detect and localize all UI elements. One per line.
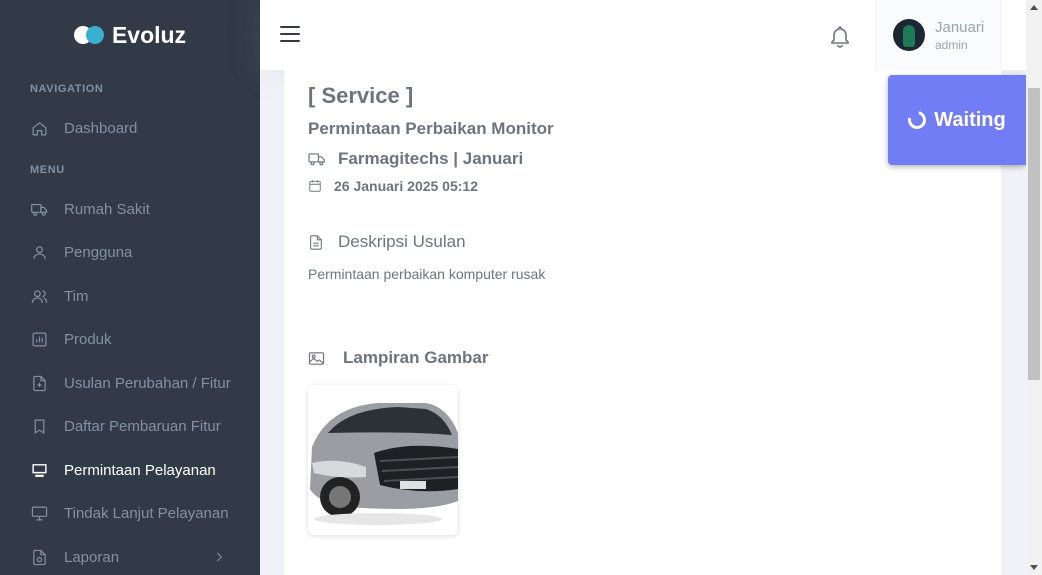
sidebar-item-usulan-perubahan[interactable]: Usulan Perubahan / Fitur	[0, 362, 260, 406]
sidebar-item-laporan[interactable]: Laporan	[0, 536, 260, 575]
users-icon	[30, 287, 48, 305]
image-icon	[308, 351, 325, 365]
spinner-icon	[904, 107, 930, 133]
sidebar-item-dashboard[interactable]: Dashboard	[0, 107, 260, 151]
file-plus-icon	[30, 374, 48, 392]
nav-section-title: NAVIGATION	[30, 83, 104, 95]
home-icon	[30, 120, 48, 138]
description-text: Permintaan perbaikan komputer rusak	[308, 266, 546, 282]
attachment-thumbnail[interactable]	[308, 385, 458, 535]
file-chart-icon	[30, 548, 48, 566]
sidebar-item-label: Laporan	[64, 548, 120, 566]
scroll-up-arrow[interactable]	[1030, 5, 1038, 10]
calendar-icon	[309, 180, 321, 192]
user-menu[interactable]: Januari admin	[876, 0, 1001, 70]
sidebar-item-label: Usulan Perubahan / Fitur	[64, 374, 231, 392]
user-icon	[30, 244, 48, 262]
menu-section-title: MENU	[30, 163, 65, 176]
sidebar-item-label: Pengguna	[64, 244, 133, 262]
user-name: Januari	[935, 19, 985, 36]
scroll-thumb[interactable]	[1028, 88, 1040, 380]
sidebar-item-label: Tindak Lanjut Pelayanan	[64, 505, 229, 523]
date-row: 26 Januari 2025 05:12	[308, 178, 478, 194]
hamburger-icon[interactable]	[280, 26, 300, 44]
topbar: Januari admin	[260, 0, 1026, 70]
sidebar-item-permintaan-pelayanan[interactable]: Permintaan Pelayanan	[0, 449, 260, 493]
sidebar-item-tindak-lanjut[interactable]: Tindak Lanjut Pelayanan	[0, 492, 260, 536]
sidebar-item-rumah-sakit[interactable]: Rumah Sakit	[0, 188, 260, 232]
attachment-heading-row: Lampiran Gambar	[308, 348, 489, 368]
company-row: Farmagitechs | Januari	[308, 149, 523, 169]
file-text-icon	[310, 234, 322, 250]
attachment-heading: Lampiran Gambar	[343, 348, 489, 367]
sidebar: Evoluz NAVIGATION Dashboard MENU Rumah S…	[0, 0, 260, 575]
bar-chart-icon	[30, 331, 48, 349]
sidebar-item-label: Daftar Pembaruan Fitur	[64, 418, 221, 436]
sidebar-item-label: Dashboard	[64, 120, 138, 138]
sidebar-item-label: Produk	[64, 331, 112, 349]
car-image	[308, 385, 458, 535]
sidebar-item-label: Tim	[64, 287, 89, 305]
sidebar-item-pengguna[interactable]: Pengguna	[0, 231, 260, 275]
status-label: Waiting	[934, 108, 1006, 131]
sidebar-item-produk[interactable]: Produk	[0, 318, 260, 362]
truck-icon	[308, 153, 325, 166]
description-heading-row: Deskripsi Usulan	[308, 232, 466, 252]
brand-logo[interactable]: Evoluz	[0, 0, 260, 70]
scroll-down-arrow[interactable]	[1030, 565, 1038, 570]
status-badge: Waiting	[888, 75, 1026, 165]
logo-icon	[73, 26, 106, 44]
bookmark-icon	[30, 418, 48, 436]
request-title: Permintaan Perbaikan Monitor	[308, 119, 554, 138]
brand-name: Evoluz	[111, 21, 187, 48]
request-type-label: [ Service ]	[308, 83, 414, 108]
scrollbar[interactable]	[1026, 0, 1042, 575]
avatar	[893, 19, 925, 51]
sidebar-item-label: Permintaan Pelayanan	[64, 461, 216, 479]
truck-icon	[30, 200, 48, 218]
description-heading: Deskripsi Usulan	[338, 232, 466, 251]
monitor-icon	[30, 505, 48, 523]
chevron-right-icon	[212, 550, 226, 564]
monitor-icon	[30, 461, 48, 479]
sidebar-item-label: Rumah Sakit	[64, 200, 150, 218]
sidebar-item-daftar-pembaruan[interactable]: Daftar Pembaruan Fitur	[0, 405, 260, 449]
bell-icon[interactable]	[828, 24, 852, 48]
company-name: Farmagitechs | Januari	[338, 149, 524, 168]
sidebar-item-tim[interactable]: Tim	[0, 275, 260, 319]
user-role: admin	[935, 38, 968, 52]
request-date: 26 Januari 2025 05:12	[334, 178, 478, 194]
